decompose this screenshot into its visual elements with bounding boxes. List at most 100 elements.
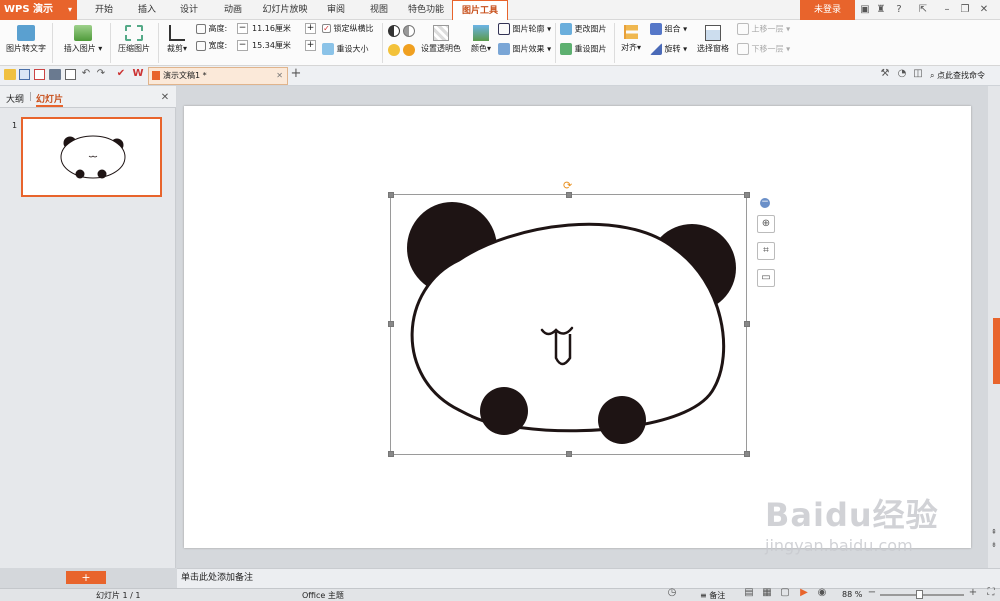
tab-outline[interactable]: 大纲 <box>6 92 24 105</box>
tool-b-icon[interactable]: ◔ <box>895 67 909 81</box>
app-menu-button[interactable]: WPS 演示 ▾ <box>0 0 77 20</box>
zoom-in-icon[interactable]: + <box>966 587 980 599</box>
notes-toggle[interactable]: ≡ 备注 <box>700 590 725 601</box>
tab-view[interactable]: 视图 <box>358 0 400 20</box>
shirt-icon[interactable]: ♜ <box>874 3 888 17</box>
resize-handle-n[interactable] <box>566 192 572 198</box>
group-button[interactable]: 组合 ▾ <box>650 23 687 35</box>
sorter-view-icon[interactable]: ▦ <box>760 587 774 599</box>
prev-slide-icon[interactable]: ⇞ <box>988 528 1000 538</box>
tab-insert[interactable]: 插入 <box>126 0 168 20</box>
close-tab-icon[interactable]: ✕ <box>276 68 283 84</box>
new-tab-icon[interactable]: + <box>289 67 303 81</box>
tab-review[interactable]: 审阅 <box>314 0 358 20</box>
insert-picture-button[interactable]: 插入图片 ▾ <box>60 25 106 54</box>
zoom-slider-thumb[interactable] <box>916 590 923 599</box>
document-tab[interactable]: 演示文稿1 * ✕ <box>148 67 288 85</box>
resize-handle-w[interactable] <box>388 321 394 327</box>
find-command-box[interactable]: ⌕ 点此查找命令 <box>930 70 985 81</box>
height-increase-button[interactable]: + <box>305 23 316 34</box>
send-backward-button[interactable]: 下移一层 ▾ <box>737 43 790 55</box>
contrast-buttons[interactable] <box>388 25 415 37</box>
set-transparent-label: 设置透明色 <box>421 44 461 53</box>
collapse-tools-icon[interactable]: − <box>760 198 770 208</box>
selection-pane-button[interactable]: 选择窗格 <box>694 25 732 54</box>
reset-picture-button[interactable]: 重设图片 <box>560 43 607 55</box>
resize-handle-s[interactable] <box>566 451 572 457</box>
pdf-icon[interactable] <box>34 69 45 80</box>
height-decrease-button[interactable]: − <box>237 23 248 34</box>
tab-design[interactable]: 设计 <box>168 0 210 20</box>
rotate-button[interactable]: 旋转 ▾ <box>650 43 687 55</box>
change-picture-label: 更改图片 <box>574 24 607 34</box>
width-field[interactable]: 15.34厘米 <box>252 40 302 51</box>
brightness-buttons[interactable] <box>388 44 415 56</box>
crop-picture-icon[interactable]: ⌗ <box>757 242 775 260</box>
print-icon[interactable] <box>49 69 61 80</box>
zoom-out-icon[interactable]: − <box>865 587 879 599</box>
reading-view-icon[interactable]: ▢ <box>778 587 792 599</box>
skin-icon[interactable]: ▣ <box>858 3 872 17</box>
resize-handle-nw[interactable] <box>388 192 394 198</box>
bring-forward-button[interactable]: 上移一层 ▾ <box>737 23 790 35</box>
compress-button[interactable]: 压缩图片 <box>114 25 154 54</box>
notes-area[interactable]: 单击此处添加备注 <box>177 568 1000 588</box>
tab-home[interactable]: 开始 <box>82 0 126 20</box>
tool-a-icon[interactable]: ⚒ <box>878 67 892 81</box>
slide-thumbnail[interactable] <box>21 117 162 197</box>
panda-picture[interactable] <box>384 178 784 463</box>
redo-icon[interactable]: ↷ <box>94 67 108 81</box>
align-button[interactable]: 对齐▾ <box>619 25 643 53</box>
restore-icon[interactable]: ⇱ <box>916 3 930 17</box>
pic-to-text-button[interactable]: 图片转文字 <box>6 25 46 54</box>
color-button[interactable]: 颜色▾ <box>468 25 494 54</box>
wps-icon[interactable]: W <box>131 67 145 81</box>
brightness-icon <box>388 44 400 56</box>
add-slide-button[interactable]: + <box>66 571 106 584</box>
slideshow-icon[interactable]: ▶ <box>797 587 811 599</box>
fit-window-icon[interactable]: ⛶ <box>984 587 998 599</box>
lock-ratio-checkbox[interactable]: ✓ 锁定纵横比 <box>322 23 374 34</box>
history-icon[interactable]: ◷ <box>665 587 679 599</box>
resize-handle-se[interactable] <box>744 451 750 457</box>
pic-effect-label: 图片效果 <box>512 44 545 54</box>
resize-handle-sw[interactable] <box>388 451 394 457</box>
width-decrease-button[interactable]: − <box>237 40 248 51</box>
reset-size-button[interactable]: 重设大小 <box>322 43 369 55</box>
set-transparent-button[interactable]: 设置透明色 <box>418 25 464 54</box>
preview-icon[interactable] <box>65 69 76 80</box>
height-field[interactable]: 11.16厘米 <box>252 23 302 34</box>
format-painter-icon[interactable]: ✔ <box>114 67 128 81</box>
crop-button[interactable]: 裁剪▾ <box>162 25 192 54</box>
tab-animation[interactable]: 动画 <box>210 0 256 20</box>
panel-header <box>0 86 176 108</box>
tab-slideshow[interactable]: 幻灯片放映 <box>256 0 314 20</box>
tab-slides[interactable]: 幻灯片 <box>36 92 64 107</box>
normal-view-icon[interactable]: ▤ <box>742 587 756 599</box>
login-button[interactable]: 未登录 <box>800 0 855 20</box>
help-icon[interactable]: ? <box>892 3 906 17</box>
resize-handle-ne[interactable] <box>744 192 750 198</box>
pic-outline-button[interactable]: 图片轮廓 ▾ <box>498 23 551 35</box>
width-increase-button[interactable]: + <box>305 40 316 51</box>
tool-c-icon[interactable]: ◫ <box>911 67 925 81</box>
open-icon[interactable] <box>4 69 16 80</box>
change-picture-button[interactable]: 更改图片 <box>560 23 607 35</box>
picture-effect-icon[interactable]: ▭ <box>757 269 775 287</box>
minimize-icon[interactable]: – <box>940 3 954 17</box>
resize-handle-e[interactable] <box>744 321 750 327</box>
insert-picture-icon <box>74 25 92 41</box>
location-icon[interactable]: ◉ <box>815 587 829 599</box>
close-panel-icon[interactable]: ✕ <box>158 91 172 105</box>
save-icon[interactable] <box>19 69 30 80</box>
close-icon[interactable]: ✕ <box>977 3 991 17</box>
pic-effect-button[interactable]: 图片效果 ▾ <box>498 43 551 55</box>
maximize-icon[interactable]: ❐ <box>958 3 972 17</box>
tab-picture-tools[interactable]: 图片工具 <box>452 0 508 20</box>
undo-icon[interactable]: ↶ <box>79 67 93 81</box>
next-slide-icon[interactable]: ⇟ <box>988 541 1000 551</box>
tab-features[interactable]: 特色功能 <box>400 0 452 20</box>
zoom-picture-icon[interactable]: ⊕ <box>757 215 775 233</box>
rotate-handle-icon[interactable]: ⟳ <box>563 179 572 192</box>
scrollbar-thumb[interactable] <box>993 318 1000 384</box>
